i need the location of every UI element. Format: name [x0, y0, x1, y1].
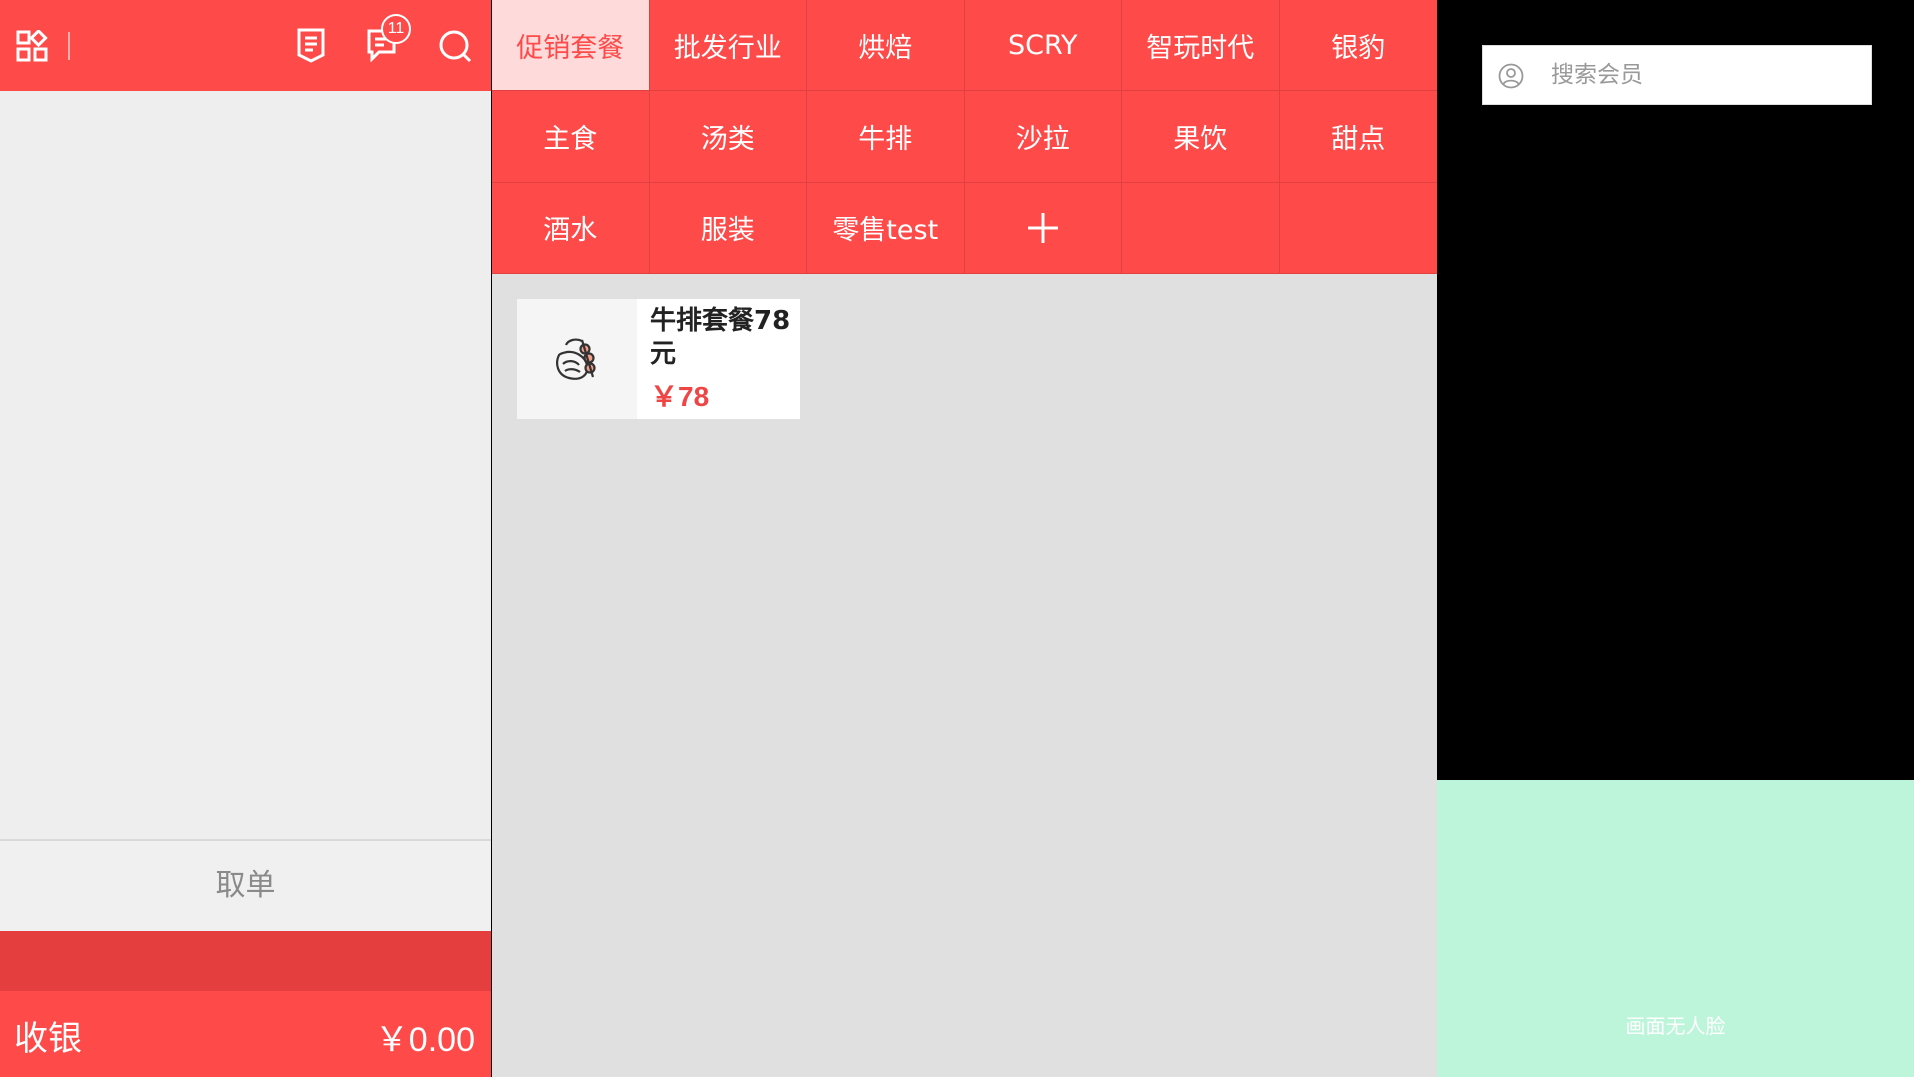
add-category-button[interactable] [964, 182, 1122, 274]
product-card[interactable]: 牛排套餐78元 ￥78 [517, 299, 800, 419]
checkout-label: 收银 [14, 1019, 82, 1059]
category-tab[interactable]: 甜点 [1279, 91, 1437, 183]
steak-food-icon [556, 338, 596, 380]
toolbar-divider [68, 32, 70, 60]
category-tab[interactable]: 零售test [807, 182, 965, 274]
cancel-order-button[interactable]: 取单 [0, 839, 491, 931]
category-tab[interactable]: 果饮 [1122, 91, 1280, 183]
user-icon [1498, 63, 1524, 93]
category-tab[interactable]: 主食 [492, 91, 650, 183]
order-summary-strip [0, 931, 491, 991]
empty-category-slot [1279, 183, 1437, 274]
checkout-button[interactable]: 收银 ￥0.00 [0, 991, 491, 1077]
product-panel: 促销套餐 批发行业 烘焙 SCRY 智玩时代 银豹 主食 汤类 牛排 沙拉 果饮… [492, 0, 1437, 1077]
category-tab[interactable]: 牛排 [807, 91, 965, 183]
category-tab[interactable]: 智玩时代 [1122, 0, 1280, 92]
category-tab[interactable]: 银豹 [1279, 0, 1437, 92]
member-search-input[interactable] [1551, 46, 1861, 104]
category-tab[interactable]: 汤类 [649, 91, 807, 183]
face-status-text: 画面无人脸 [1625, 1014, 1726, 1038]
camera-preview [1437, 0, 1914, 780]
search-icon[interactable] [437, 28, 473, 64]
product-price: ￥78 [650, 381, 710, 412]
category-tab[interactable]: 批发行业 [649, 0, 807, 92]
product-grid: 牛排套餐78元 ￥78 [492, 274, 1437, 1077]
category-tab[interactable]: SCRY [964, 0, 1122, 92]
order-item-list[interactable] [0, 91, 491, 839]
member-search-box[interactable] [1482, 45, 1872, 105]
category-tab[interactable]: 服装 [649, 182, 807, 274]
apps-grid-icon[interactable] [16, 30, 48, 62]
customer-panel: 画面无人脸 [1437, 0, 1914, 1077]
receipt-icon[interactable] [296, 27, 326, 63]
empty-category-slot [1122, 182, 1280, 274]
category-grid: 促销套餐 批发行业 烘焙 SCRY 智玩时代 银豹 主食 汤类 牛排 沙拉 果饮… [492, 0, 1437, 274]
notification-badge: 11 [381, 14, 411, 44]
pos-app: 11 取单 收银 ￥0.00 促销套餐 批发行业 烘焙 SCRY 智玩时代 银豹… [0, 0, 1914, 1077]
product-name: 牛排套餐78元 [650, 306, 791, 369]
category-tab[interactable]: 烘焙 [807, 0, 965, 92]
checkout-amount: ￥0.00 [374, 1021, 475, 1059]
category-tab[interactable]: 沙拉 [964, 91, 1122, 183]
order-panel: 11 取单 收银 ￥0.00 [0, 0, 491, 1077]
category-tab[interactable]: 酒水 [492, 182, 650, 274]
category-tab[interactable]: 促销套餐 [492, 0, 650, 92]
face-detection-area: 画面无人脸 [1437, 780, 1914, 1077]
product-image [517, 299, 637, 419]
order-toolbar: 11 [0, 0, 491, 91]
plus-icon [1027, 212, 1058, 243]
